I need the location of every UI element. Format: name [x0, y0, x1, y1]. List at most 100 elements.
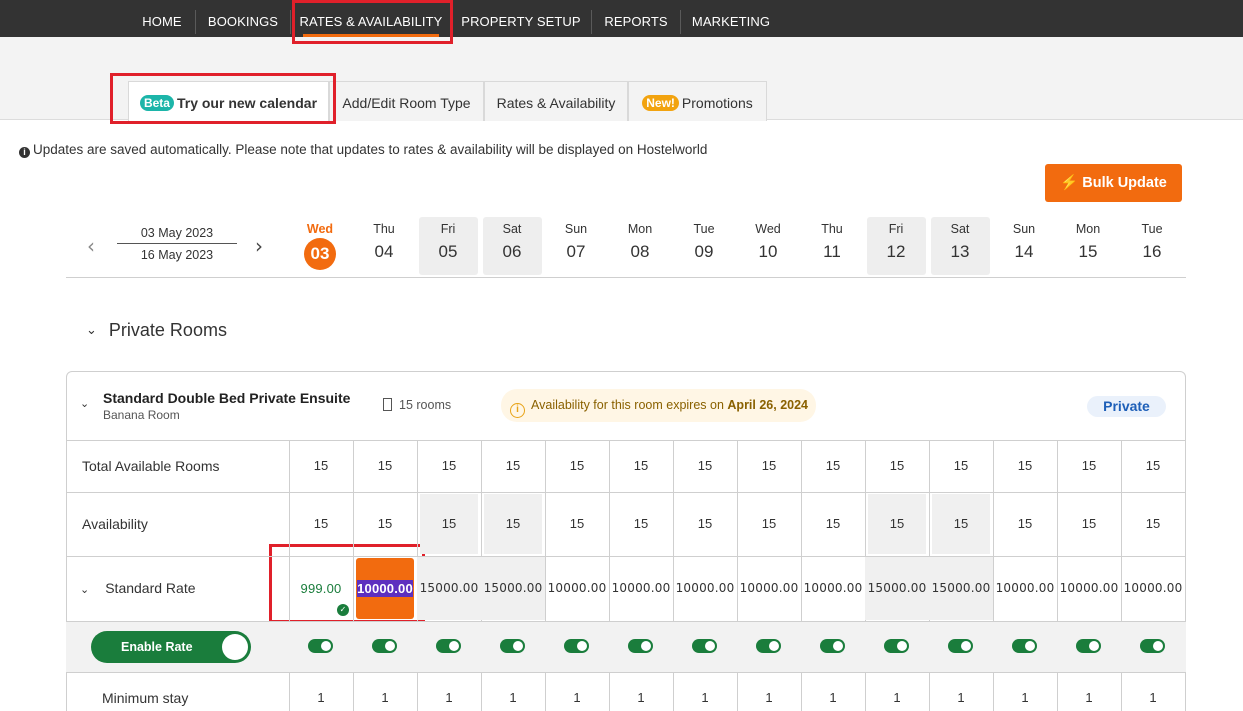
standard-rate-cell[interactable]: 10000.00: [356, 558, 414, 619]
enable-rate-day-toggle[interactable]: [1012, 639, 1037, 653]
minimum-stay-cell[interactable]: 1: [673, 690, 737, 705]
availability-cell[interactable]: 15: [932, 494, 990, 554]
day-name: Wed: [306, 222, 334, 236]
day-header[interactable]: Sat 13: [930, 217, 990, 275]
enable-rate-day-toggle[interactable]: [308, 639, 333, 653]
enable-rate-day-toggle[interactable]: [820, 639, 845, 653]
enable-rate-day-toggle[interactable]: [628, 639, 653, 653]
availability-cell[interactable]: 15: [612, 494, 670, 554]
tab-promotions[interactable]: New! Promotions: [628, 81, 767, 121]
chevron-down-icon[interactable]: ⌄: [80, 397, 89, 410]
minimum-stay-cell[interactable]: 1: [929, 690, 993, 705]
day-header[interactable]: Tue 16: [1123, 217, 1182, 275]
nav-rates-availability[interactable]: RATES & AVAILABILITY: [295, 0, 447, 37]
section-private-rooms[interactable]: ⌄ Private Rooms: [86, 320, 227, 341]
chevron-right-icon[interactable]: ›: [255, 234, 263, 258]
day-header[interactable]: Thu 11: [803, 217, 862, 275]
minimum-stay-cell[interactable]: 1: [609, 690, 673, 705]
day-number: 12: [886, 242, 906, 261]
day-header[interactable]: Sun 14: [995, 217, 1054, 275]
row-label-standard-rate[interactable]: ⌄ Standard Rate: [80, 580, 196, 596]
minimum-stay-cell[interactable]: 1: [865, 690, 929, 705]
nav-property-setup[interactable]: PROPERTY SETUP: [456, 0, 586, 37]
availability-cell[interactable]: 15: [1124, 494, 1182, 554]
standard-rate-cell[interactable]: 10000.00: [545, 557, 609, 620]
standard-rate-cell[interactable]: 15000.00: [417, 557, 481, 620]
day-number: 05: [438, 242, 458, 261]
nav-marketing[interactable]: MARKETING: [685, 0, 777, 37]
availability-cell[interactable]: 15: [356, 494, 414, 554]
enable-rate-day-toggle[interactable]: [500, 639, 525, 653]
nav-bookings[interactable]: BOOKINGS: [200, 0, 286, 37]
availability-cell[interactable]: 15: [420, 494, 478, 554]
enable-rate-day-toggle[interactable]: [372, 639, 397, 653]
standard-rate-cell[interactable]: 10000.00: [609, 557, 673, 620]
day-header[interactable]: Thu 04: [355, 217, 414, 275]
availability-cell[interactable]: 15: [868, 494, 926, 554]
nav-divider: [680, 10, 681, 34]
enable-rate-day-toggle[interactable]: [1140, 639, 1165, 653]
standard-rate-cell[interactable]: 10000.00: [993, 557, 1057, 620]
beta-badge: Beta: [139, 95, 174, 111]
minimum-stay-cell[interactable]: 1: [737, 690, 801, 705]
enable-rate-day-toggle[interactable]: [756, 639, 781, 653]
enable-rate-day-toggle[interactable]: [948, 639, 973, 653]
minimum-stay-cell[interactable]: 1: [481, 690, 545, 705]
day-header[interactable]: Sun 07: [547, 217, 606, 275]
enable-rate-day-toggle[interactable]: [564, 639, 589, 653]
enable-rate-day-toggle[interactable]: [436, 639, 461, 653]
minimum-stay-cell[interactable]: 1: [289, 690, 353, 705]
total-rooms-cell: 15: [1017, 458, 1033, 473]
enable-rate-day-toggle[interactable]: [692, 639, 717, 653]
availability-cell[interactable]: 15: [292, 494, 350, 554]
tab-new-calendar[interactable]: Beta Try our new calendar: [128, 81, 329, 122]
day-header[interactable]: Fri 05: [418, 217, 478, 275]
day-header[interactable]: Wed 10: [739, 217, 798, 275]
standard-rate-cell[interactable]: 15000.00: [865, 557, 929, 620]
day-header[interactable]: Tue 09: [675, 217, 734, 275]
minimum-stay-cell[interactable]: 1: [1121, 690, 1185, 705]
nav-reports[interactable]: REPORTS: [596, 0, 676, 37]
tab-rates-availability[interactable]: Rates & Availability: [484, 81, 628, 121]
enable-rate-toggle[interactable]: Enable Rate: [91, 631, 251, 663]
standard-rate-cell[interactable]: 10000.00: [737, 557, 801, 620]
tab-room-type[interactable]: Add/Edit Room Type: [329, 81, 484, 121]
nav-home[interactable]: HOME: [131, 0, 193, 37]
minimum-stay-cell[interactable]: 1: [993, 690, 1057, 705]
nav-divider: [591, 10, 592, 34]
standard-rate-cell[interactable]: 10000.00: [673, 557, 737, 620]
chevron-left-icon[interactable]: ‹: [87, 234, 95, 258]
availability-cell[interactable]: 15: [996, 494, 1054, 554]
bulk-update-button[interactable]: ⚡ Bulk Update: [1045, 164, 1182, 202]
standard-rate-cell[interactable]: 15000.00: [481, 557, 545, 620]
minimum-stay-cell[interactable]: 1: [545, 690, 609, 705]
minimum-stay-cell[interactable]: 1: [353, 690, 417, 705]
minimum-stay-cell[interactable]: 1: [801, 690, 865, 705]
standard-rate-cell[interactable]: 10000.00: [801, 557, 865, 620]
day-header[interactable]: Fri 12: [866, 217, 926, 275]
total-rooms-cell: 15: [953, 458, 969, 473]
top-navigation: HOME BOOKINGS RATES & AVAILABILITY PROPE…: [0, 0, 1243, 37]
availability-cell[interactable]: 15: [740, 494, 798, 554]
availability-cell[interactable]: 15: [1060, 494, 1118, 554]
availability-cell[interactable]: 15: [484, 494, 542, 554]
enable-rate-day-toggle[interactable]: [884, 639, 909, 653]
minimum-stay-cell[interactable]: 1: [1057, 690, 1121, 705]
standard-rate-cell[interactable]: 15000.00: [929, 557, 993, 620]
standard-rate-cell[interactable]: 10000.00: [1121, 557, 1185, 620]
day-number: 09: [694, 242, 714, 261]
availability-cell[interactable]: 15: [676, 494, 734, 554]
availability-cell[interactable]: 15: [804, 494, 862, 554]
day-header[interactable]: Sat 06: [482, 217, 542, 275]
day-number: 07: [566, 242, 586, 261]
total-rooms-cell: 15: [1081, 458, 1097, 473]
availability-cell[interactable]: 15: [548, 494, 606, 554]
day-header[interactable]: Mon 08: [611, 217, 670, 275]
enable-rate-day-toggle[interactable]: [1076, 639, 1101, 653]
standard-rate-cell[interactable]: 10000.00: [1057, 557, 1121, 620]
minimum-stay-cell[interactable]: 1: [417, 690, 481, 705]
day-header[interactable]: Mon 15: [1059, 217, 1118, 275]
total-rooms-cell: 15: [825, 458, 841, 473]
day-header[interactable]: Wed 03: [291, 217, 350, 275]
rate-input-selection[interactable]: 10000.00: [357, 580, 413, 597]
